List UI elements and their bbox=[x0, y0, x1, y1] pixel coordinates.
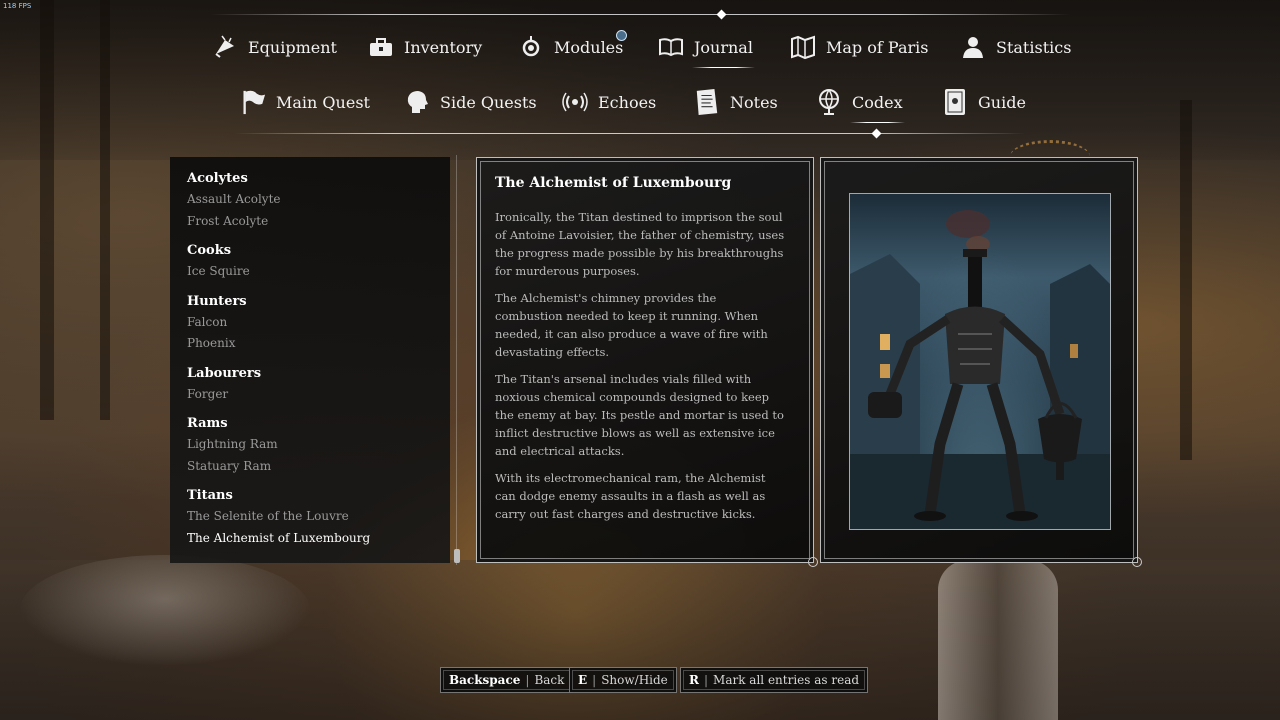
codex-entry[interactable]: Assault Acolyte bbox=[187, 189, 370, 211]
tab-inventory[interactable]: Inventory bbox=[368, 30, 482, 64]
nav-bottom-line bbox=[235, 133, 1025, 134]
entry-paragraph: The Titan's arsenal includes vials fille… bbox=[495, 372, 784, 458]
titan-artwork bbox=[849, 193, 1111, 530]
key-backspace: Backspace bbox=[449, 673, 521, 687]
tab-inventory-label: Inventory bbox=[404, 37, 483, 57]
fan-icon bbox=[212, 34, 238, 60]
tab-notes[interactable]: Notes bbox=[694, 85, 778, 119]
tab-codex[interactable]: Codex bbox=[816, 85, 905, 123]
codex-entry[interactable]: The Selenite of the Louvre bbox=[187, 506, 370, 528]
entry-paragraph: Ironically, the Titan destined to impris… bbox=[495, 210, 785, 278]
entry-paragraph: The Alchemist's chimney provides the com… bbox=[495, 291, 768, 359]
entry-paragraph: With its electromechanical ram, the Alch… bbox=[495, 471, 766, 521]
tab-statistics[interactable]: Statistics bbox=[960, 30, 1071, 64]
entry-text-panel: The Alchemist of Luxembourg Ironically, … bbox=[476, 157, 818, 567]
mark-all-read-label: Mark all entries as read bbox=[713, 673, 860, 687]
alchemist-titan-illustration bbox=[850, 210, 1110, 529]
tab-codex-label: Codex bbox=[852, 92, 903, 112]
tab-journal-label: Journal bbox=[694, 37, 753, 57]
tab-main-quest-label: Main Quest bbox=[276, 92, 370, 112]
tab-side-quests-label: Side Quests bbox=[440, 92, 537, 112]
codex-entry[interactable]: Lightning Ram bbox=[187, 434, 370, 456]
codex-entry[interactable]: The Alchemist of Luxembourg bbox=[187, 528, 370, 550]
tab-journal[interactable]: Journal bbox=[658, 30, 755, 68]
open-book-icon bbox=[658, 34, 684, 60]
nav-top-line bbox=[210, 14, 1070, 15]
note-icon bbox=[694, 89, 720, 115]
back-button[interactable]: Backspace | Back bbox=[440, 667, 574, 693]
codex-entry[interactable]: Statuary Ram bbox=[187, 456, 370, 478]
codex-category: Hunters bbox=[187, 293, 247, 309]
codex-entry[interactable]: Falcon bbox=[187, 312, 370, 334]
guide-book-icon bbox=[942, 89, 968, 115]
back-label: Back bbox=[534, 673, 565, 687]
tab-guide[interactable]: Guide bbox=[942, 85, 1026, 119]
tab-statistics-label: Statistics bbox=[996, 37, 1072, 57]
codex-category: Rams bbox=[187, 416, 228, 431]
codex-list: Acolytes Assault Acolyte Frost Acolyte Cook… bbox=[187, 169, 370, 549]
tab-guide-label: Guide bbox=[978, 92, 1026, 112]
codex-category: Acolytes bbox=[187, 171, 248, 186]
main-tabs: Equipment Inventory Modules Journal Map … bbox=[0, 30, 1280, 68]
show-hide-button[interactable]: E | Show/Hide bbox=[569, 667, 677, 693]
tab-equipment[interactable]: Equipment bbox=[212, 30, 337, 64]
codex-list-panel: Acolytes Assault Acolyte Frost Acolyte Cook… bbox=[170, 157, 450, 563]
codex-entry[interactable]: Phoenix bbox=[187, 333, 370, 355]
separator: | bbox=[592, 673, 597, 687]
separator: | bbox=[525, 673, 530, 687]
scrollbar-rail bbox=[456, 155, 457, 565]
signal-icon bbox=[562, 89, 588, 115]
entry-body: Ironically, the Titan destined to impris… bbox=[495, 208, 785, 532]
entry-title: The Alchemist of Luxembourg bbox=[495, 175, 732, 191]
tab-echoes-label: Echoes bbox=[598, 92, 657, 112]
background-plate bbox=[20, 555, 310, 665]
corner-ornament bbox=[1132, 557, 1142, 567]
flag-icon bbox=[240, 89, 266, 115]
tab-modules[interactable]: Modules bbox=[518, 30, 623, 64]
scrollbar-thumb[interactable] bbox=[454, 549, 460, 563]
codex-category: Labourers bbox=[187, 365, 262, 381]
tab-modules-label: Modules bbox=[554, 37, 624, 57]
codex-list-scrollbar[interactable] bbox=[454, 155, 460, 565]
background-pillar bbox=[1180, 100, 1192, 460]
globe-icon bbox=[816, 89, 842, 115]
module-icon bbox=[518, 34, 544, 60]
key-r: R bbox=[689, 673, 699, 687]
folded-map-icon bbox=[790, 34, 816, 60]
tab-side-quests[interactable]: Side Quests bbox=[404, 85, 537, 119]
corner-ornament bbox=[808, 557, 818, 567]
background-ceiling bbox=[0, 0, 1280, 160]
tab-map-of-paris-label: Map of Paris bbox=[826, 37, 929, 57]
tab-map-of-paris[interactable]: Map of Paris bbox=[790, 30, 928, 64]
codex-category: Cooks bbox=[187, 243, 232, 258]
codex-entry[interactable]: Forger bbox=[187, 384, 370, 406]
toolbox-icon bbox=[368, 34, 394, 60]
key-e: E bbox=[578, 673, 588, 687]
show-hide-label: Show/Hide bbox=[601, 673, 668, 687]
tab-echoes[interactable]: Echoes bbox=[562, 85, 656, 119]
player-character bbox=[938, 560, 1058, 720]
tab-main-quest[interactable]: Main Quest bbox=[240, 85, 370, 119]
head-profile-icon bbox=[404, 89, 430, 115]
tab-notes-label: Notes bbox=[730, 92, 778, 112]
codex-entry[interactable]: Frost Acolyte bbox=[187, 211, 370, 233]
mark-all-read-button[interactable]: R | Mark all entries as read bbox=[680, 667, 869, 693]
tab-equipment-label: Equipment bbox=[248, 37, 337, 57]
entry-image-panel bbox=[820, 157, 1142, 567]
codex-entry[interactable]: Ice Squire bbox=[187, 261, 370, 283]
fps-counter: 118 FPS bbox=[3, 2, 32, 10]
codex-category: Titans bbox=[187, 488, 233, 503]
person-icon bbox=[960, 34, 986, 60]
separator: | bbox=[703, 673, 709, 687]
modules-notification-dot bbox=[616, 30, 627, 41]
journal-sub-tabs: Main Quest Side Quests Echoes Notes Code… bbox=[0, 85, 1280, 123]
